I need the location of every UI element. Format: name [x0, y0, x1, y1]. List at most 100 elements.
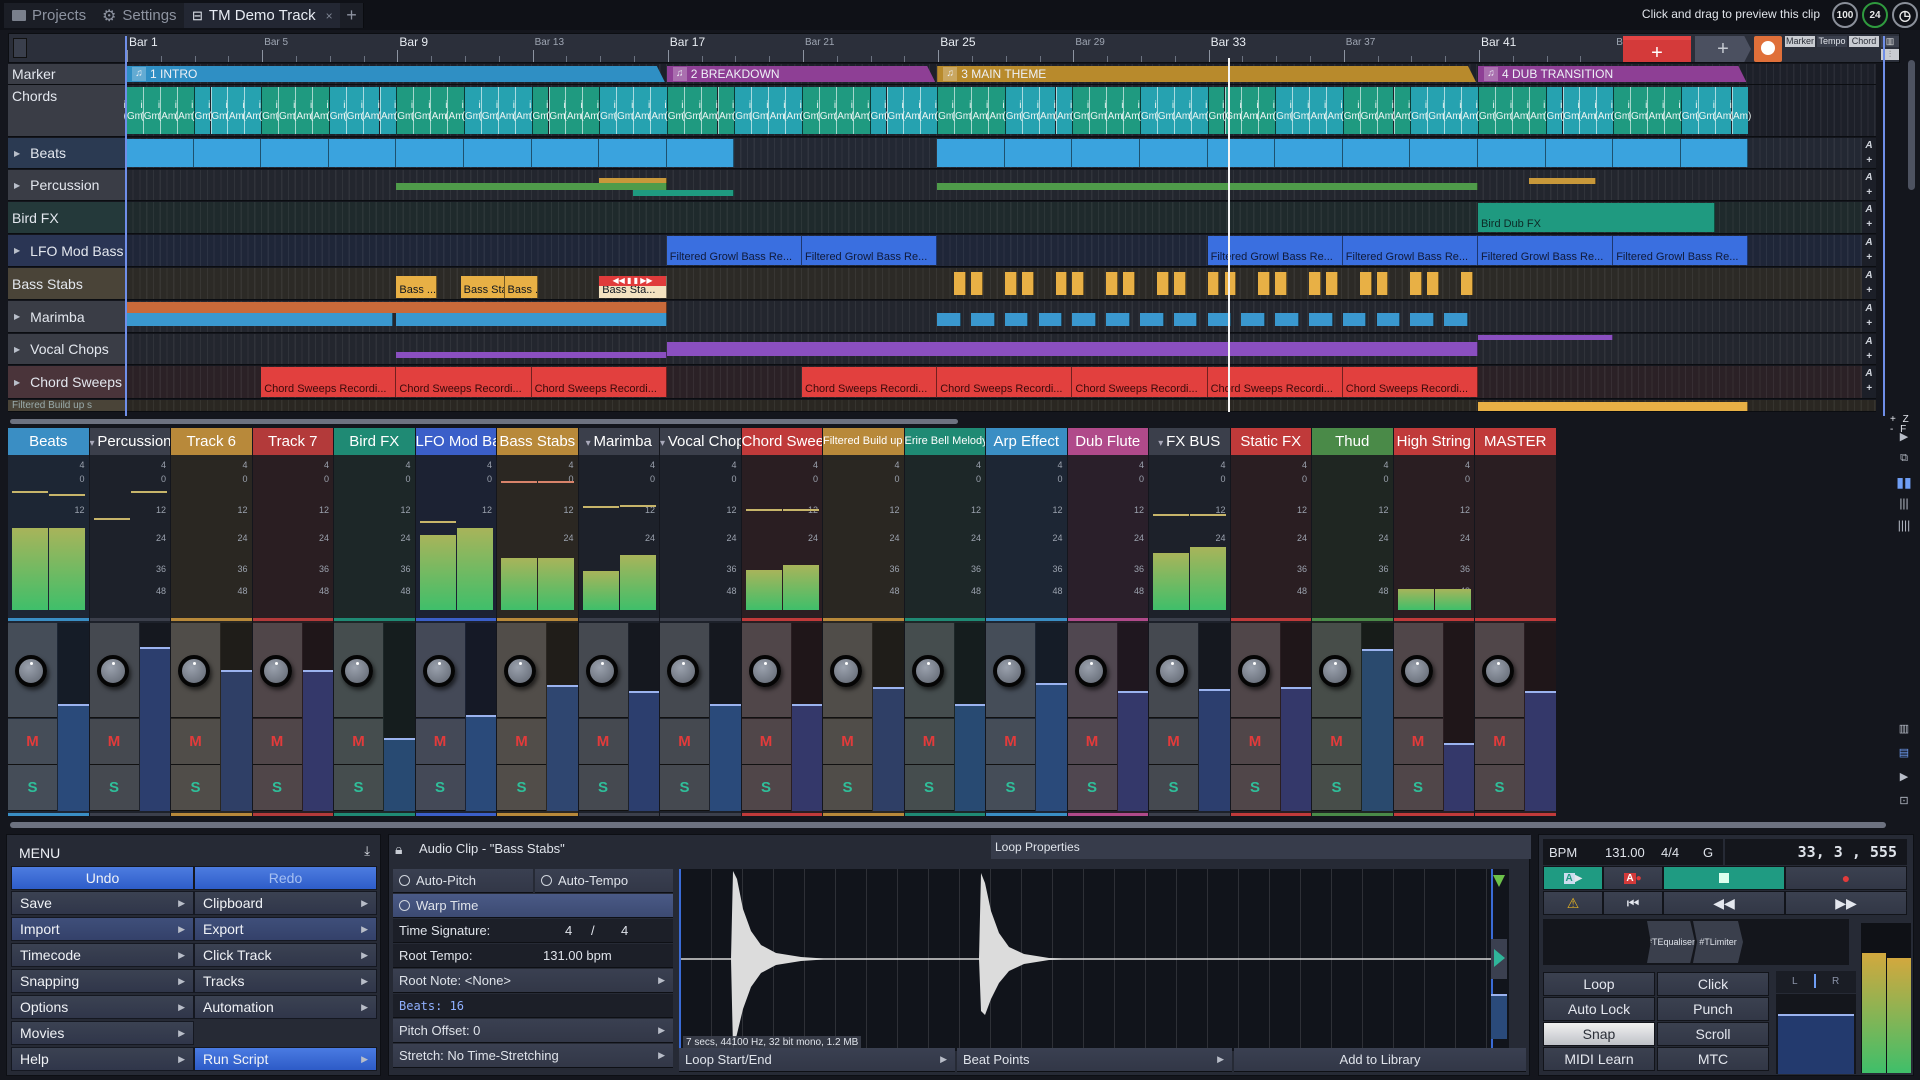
plugin-tlimiter[interactable]: #TLimiter [1693, 921, 1743, 963]
punch-button[interactable]: Punch [1657, 997, 1769, 1021]
volume-fader[interactable] [791, 623, 822, 811]
track-header[interactable]: ▶ LFO Mod Bass [8, 235, 126, 266]
beats-clip[interactable] [1613, 139, 1681, 167]
panel-toggle-icon[interactable] [13, 38, 27, 58]
marker-clip[interactable]: ♫ 2 BREAKDOWN [667, 66, 935, 82]
track-header[interactable]: Chords [8, 85, 126, 136]
beats-clip[interactable] [599, 139, 667, 167]
volume-fader[interactable] [710, 623, 741, 811]
bass-stabs-slice[interactable] [1123, 272, 1135, 295]
add-automation-button[interactable]: + [1862, 283, 1876, 298]
fader-handle[interactable] [1117, 690, 1148, 693]
percussion-clip[interactable] [599, 178, 667, 183]
fader-handle[interactable] [1443, 743, 1474, 746]
key-value[interactable]: G [1703, 845, 1713, 860]
marimba-clip[interactable] [1342, 313, 1367, 326]
master-volume-fader[interactable] [1776, 994, 1856, 1074]
track-header[interactable]: Bass Stabs [8, 268, 126, 299]
track-header[interactable]: ▶ Beats [8, 138, 126, 168]
beats-clip[interactable] [1072, 139, 1140, 167]
midi-learn-button[interactable]: MIDI Learn [1543, 1047, 1655, 1071]
percussion-clip[interactable] [1528, 178, 1597, 184]
volume-fader[interactable] [302, 623, 333, 811]
marimba-clip[interactable] [1376, 313, 1401, 326]
fader-handle[interactable] [710, 703, 741, 706]
bass-stabs-slice[interactable] [1325, 272, 1338, 295]
bass-stabs-slice[interactable] [1106, 272, 1119, 295]
strip-name[interactable]: High String [1393, 428, 1474, 455]
mute-button[interactable]: M [497, 719, 546, 765]
track-lane[interactable] [126, 301, 1876, 332]
clock-icon[interactable]: ◷ [1892, 2, 1918, 28]
volume-fader[interactable] [1280, 623, 1311, 811]
track-lane[interactable]: ♫ 1 INTRO ♫ 2 BREAKDOWN ♫ 3 MAIN THEME ♫ 4 DUB … [126, 64, 1876, 84]
beats-clip[interactable] [261, 139, 329, 167]
track-lane[interactable] [126, 170, 1876, 200]
bass-stabs-clip[interactable]: Bass ... [504, 276, 539, 298]
vocal-chops-clip[interactable] [1478, 335, 1614, 340]
fader-handle[interactable] [628, 690, 659, 693]
volume-fader[interactable] [221, 623, 252, 811]
beats-clip[interactable] [126, 139, 194, 167]
tab-settings[interactable]: ⚙ Settings [94, 3, 186, 28]
three-column-layout-icon[interactable]: ||| [1893, 496, 1915, 510]
pan-knob[interactable] [15, 655, 47, 687]
beats-clip[interactable] [937, 139, 1005, 167]
solo-button[interactable]: S [1312, 765, 1361, 811]
filtered-build-clip[interactable] [1478, 402, 1749, 411]
bass-stabs-clip[interactable]: Bass Sta... [460, 276, 505, 298]
automation-play-button[interactable]: A ▶ [1543, 866, 1603, 890]
tab-loop-properties[interactable]: Loop Properties [991, 835, 1531, 859]
strip-name[interactable]: LFO Mod Bass [415, 428, 496, 455]
solo-button[interactable]: S [741, 765, 791, 811]
menu-item-save[interactable]: Save ▶ [11, 891, 194, 915]
lfo-bass-clip[interactable]: Filtered Growl Bass Re... [1342, 236, 1478, 265]
mute-button[interactable]: M [1230, 719, 1280, 765]
volume-fader[interactable] [1525, 623, 1556, 811]
menu-item-run-script[interactable]: Run Script ▶ [194, 1047, 377, 1071]
marimba-clip[interactable] [1140, 313, 1164, 326]
track-header[interactable]: ▶ Vocal Chops [8, 334, 126, 364]
marimba-clip[interactable] [1275, 313, 1299, 326]
track-lane[interactable]: i (Gm)i (Gm)i (Am)i (Am)i (Gm)i (Gm)i (A… [124, 85, 1876, 136]
pan-knob[interactable] [585, 655, 618, 687]
strip-name[interactable]: ▾ Percussion [89, 428, 170, 455]
strip-name[interactable]: Bird FX [334, 428, 415, 455]
auto-pitch-toggle[interactable]: Auto-Pitch [393, 869, 533, 893]
mute-button[interactable]: M [8, 719, 57, 765]
bass-stabs-slice[interactable] [1275, 272, 1288, 295]
marker-clip[interactable]: ♫ 4 DUB TRANSITION [1478, 66, 1746, 82]
chord-sweeps-clip[interactable]: Chord Sweeps Recordi... [261, 367, 397, 397]
marimba-clip[interactable] [1004, 313, 1029, 326]
pan-knob[interactable] [178, 655, 210, 687]
volume-fader[interactable] [547, 623, 578, 811]
automation-button[interactable]: A [1862, 138, 1876, 153]
automation-button[interactable]: A [1862, 235, 1876, 250]
root-tempo-value[interactable]: 131.00 bpm [543, 948, 612, 963]
strip-name[interactable]: ▾ Vocal Chops [660, 428, 741, 455]
strip-name[interactable]: Bass Stabs [497, 428, 578, 455]
mute-button[interactable]: M [578, 719, 628, 765]
fader-handle[interactable] [1525, 690, 1556, 693]
strip-name[interactable]: Arp Effect [986, 428, 1067, 455]
marimba-clip[interactable] [1072, 313, 1097, 326]
tempo-display[interactable]: BPM 131.00 4/4 G [1543, 839, 1723, 865]
chord-sweeps-clip[interactable]: Chord Sweeps Recordi... [531, 367, 667, 397]
bass-stabs-slice[interactable] [1376, 272, 1389, 295]
chord-toggle[interactable]: Chord [1849, 36, 1879, 47]
volume-fader[interactable] [1199, 623, 1230, 811]
fader-handle[interactable] [221, 669, 252, 672]
pan-knob[interactable] [259, 655, 292, 687]
solo-button[interactable]: S [334, 765, 383, 811]
lock-icon[interactable]: 🔒︎ [395, 841, 402, 858]
expand-icon[interactable]: ▶ [14, 345, 20, 354]
track-lane[interactable]: Chord Sweeps Recordi... Chord Sweeps Reco… [126, 366, 1876, 398]
strip-name[interactable]: MASTER [1475, 428, 1556, 455]
loop-start-end-button[interactable]: Loop Start/End ▶ [679, 1048, 955, 1072]
strip-name[interactable]: Thud [1312, 428, 1393, 455]
timeline-ruler[interactable]: Bar 1 Bar 5 Bar 9 Bar 13 Bar 17 Bar 21 Bar 25 B… [8, 33, 1900, 64]
two-column-layout-icon[interactable]: ▮▮ [1893, 474, 1915, 491]
beats-clip[interactable] [328, 139, 397, 167]
mute-button[interactable]: M [334, 719, 383, 765]
fast-forward-button[interactable]: ▶▶ [1785, 891, 1907, 915]
